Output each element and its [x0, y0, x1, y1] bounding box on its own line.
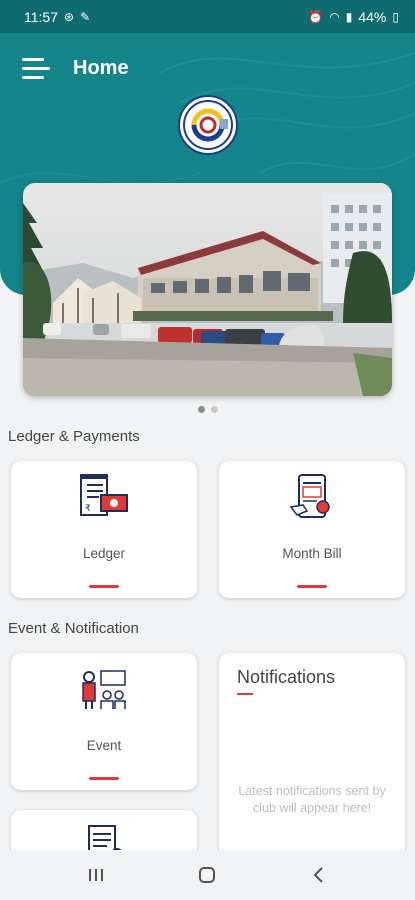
- ledger-label: Ledger: [82, 546, 126, 561]
- carousel-dot[interactable]: [210, 406, 218, 413]
- notifications-title: Notifications: [237, 667, 336, 687]
- club-logo: [178, 95, 238, 155]
- event-card[interactable]: Event: [11, 653, 197, 790]
- carousel-dot-active[interactable]: [197, 406, 205, 413]
- ledger-underline: [89, 585, 119, 588]
- system-nav-bar: [0, 850, 415, 900]
- alarm-icon: ⏰: [308, 9, 324, 24]
- event-label: Event: [86, 738, 122, 753]
- status-left: 11:57 ⊛ ✎: [24, 9, 90, 25]
- ledger-icon: ₹: [77, 471, 131, 526]
- app-bar: Home: [0, 48, 415, 92]
- event-underline: [89, 777, 119, 780]
- battery-icon: ▯: [392, 9, 399, 24]
- notifications-underline: [237, 693, 253, 695]
- home-icon[interactable]: [187, 855, 227, 895]
- page-title: Home: [73, 57, 129, 79]
- month-bill-icon: [285, 471, 339, 526]
- signal-icon: ▮: [345, 9, 353, 24]
- notifications-empty-text: Latest notifications sent by club will a…: [238, 784, 386, 815]
- carousel-indicator: [0, 406, 415, 413]
- banner-image: [23, 183, 392, 396]
- month-bill-underline: [297, 585, 327, 588]
- recorder-icon: ✎: [80, 9, 91, 24]
- status-right: ⏰ ◠ ▮ 44% ▯: [308, 9, 399, 25]
- status-bar: 11:57 ⊛ ✎ ⏰ ◠ ▮ 44% ▯: [0, 0, 415, 33]
- section-title-ledger: Ledger & Payments: [8, 428, 140, 445]
- battery-level: 44%: [358, 8, 387, 25]
- notifications-card[interactable]: Notifications Latest notifications sent …: [219, 653, 405, 863]
- month-bill-card[interactable]: Month Bill: [219, 461, 405, 598]
- menu-icon[interactable]: [22, 56, 52, 82]
- back-icon[interactable]: [299, 855, 339, 895]
- event-icon: [77, 663, 131, 718]
- wifi-icon: ◠: [329, 9, 340, 24]
- section-title-events: Event & Notification: [8, 620, 139, 637]
- svg-text:₹: ₹: [85, 504, 91, 514]
- app-notification-icon: ⊛: [64, 9, 75, 24]
- ledger-card[interactable]: ₹ Ledger: [11, 461, 197, 598]
- status-time: 11:57: [24, 8, 58, 25]
- banner-carousel[interactable]: [23, 183, 392, 396]
- month-bill-label: Month Bill: [282, 546, 342, 561]
- recent-apps-icon[interactable]: [76, 855, 116, 895]
